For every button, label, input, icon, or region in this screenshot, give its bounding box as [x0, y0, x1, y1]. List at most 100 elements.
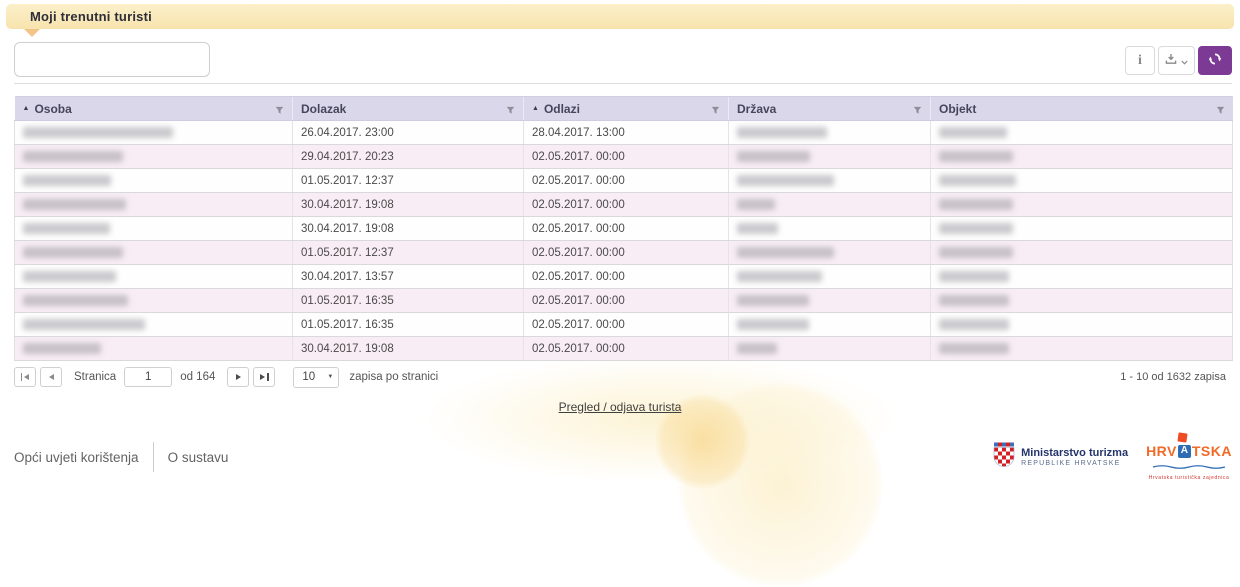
cell-drzava: [729, 241, 931, 265]
cell-odlazi: 02.05.2017. 00:00: [524, 241, 729, 265]
search-input[interactable]: [14, 42, 210, 77]
cell-dolazak: 01.05.2017. 12:37: [293, 169, 524, 193]
croatia-coat-of-arms-icon: [993, 442, 1015, 473]
footer: Opći uvjeti korištenja O sustavu: [0, 431, 1240, 483]
drzava-redacted: [737, 247, 834, 258]
cell-dolazak: 30.04.2017. 19:08: [293, 193, 524, 217]
table-row[interactable]: 01.05.2017. 12:3702.05.2017. 00:00: [15, 169, 1233, 193]
sort-asc-icon: ▲: [23, 105, 30, 112]
last-page-button[interactable]: [253, 367, 275, 387]
column-header-dolazak[interactable]: ▲ Dolazak: [293, 97, 524, 121]
cell-dolazak: 01.05.2017. 16:35: [293, 313, 524, 337]
cell-osoba: [15, 241, 293, 265]
table-row[interactable]: 30.04.2017. 19:0802.05.2017. 00:00: [15, 337, 1233, 361]
next-page-button[interactable]: [227, 367, 249, 387]
person-redacted-link[interactable]: [23, 175, 111, 186]
table-row[interactable]: 30.04.2017. 13:5702.05.2017. 00:00: [15, 265, 1233, 289]
drzava-redacted: [737, 175, 834, 186]
table-row[interactable]: 01.05.2017. 16:3502.05.2017. 00:00: [15, 313, 1233, 337]
cell-osoba: [15, 337, 293, 361]
drzava-redacted: [737, 127, 827, 138]
download-icon: [1165, 53, 1177, 68]
person-redacted-link[interactable]: [23, 247, 123, 258]
cell-odlazi: 02.05.2017. 00:00: [524, 217, 729, 241]
htz-logo: HRV A TSKA Hrvatska turistička zajednica: [1146, 434, 1232, 481]
drzava-redacted: [737, 271, 822, 282]
objekt-redacted: [939, 247, 1013, 258]
cell-drzava: [729, 217, 931, 241]
column-header-odlazi[interactable]: ▲ Odlazi: [524, 97, 729, 121]
cell-dolazak: 26.04.2017. 23:00: [293, 121, 524, 145]
objekt-redacted: [939, 343, 1009, 354]
table-body: 26.04.2017. 23:0028.04.2017. 13:0029.04.…: [15, 121, 1233, 361]
first-page-button[interactable]: [14, 367, 36, 387]
table-row[interactable]: 30.04.2017. 19:0802.05.2017. 00:00: [15, 193, 1233, 217]
cell-odlazi: 02.05.2017. 00:00: [524, 145, 729, 169]
person-redacted-link[interactable]: [23, 271, 116, 282]
table-row[interactable]: 01.05.2017. 16:3502.05.2017. 00:00: [15, 289, 1233, 313]
column-header-objekt[interactable]: ▲ Objekt: [931, 97, 1233, 121]
filter-icon[interactable]: [913, 104, 922, 118]
table-row[interactable]: 29.04.2017. 20:2302.05.2017. 00:00: [15, 145, 1233, 169]
cell-objekt: [931, 241, 1233, 265]
person-redacted-link[interactable]: [23, 343, 101, 354]
cell-osoba: [15, 217, 293, 241]
pregled-odjava-link[interactable]: Pregled / odjava turista: [559, 400, 682, 414]
person-redacted-link[interactable]: [23, 199, 126, 210]
prev-page-button[interactable]: [40, 367, 62, 387]
toolbar-divider: [14, 83, 1232, 84]
info-icon: i: [1138, 53, 1142, 69]
export-button[interactable]: [1158, 46, 1195, 75]
person-redacted-link[interactable]: [23, 295, 128, 306]
cell-objekt: [931, 217, 1233, 241]
chevron-down-icon: ▼: [327, 374, 333, 380]
cell-objekt: [931, 289, 1233, 313]
page-size-select[interactable]: 10 ▼: [293, 367, 339, 388]
table-row[interactable]: 26.04.2017. 23:0028.04.2017. 13:00: [15, 121, 1233, 145]
filter-icon[interactable]: [711, 104, 720, 118]
cell-objekt: [931, 337, 1233, 361]
record-range-label: 1 - 10 od 1632 zapisa: [1120, 371, 1226, 383]
refresh-icon: [1208, 52, 1222, 69]
table-row[interactable]: 30.04.2017. 19:0802.05.2017. 00:00: [15, 217, 1233, 241]
cell-dolazak: 29.04.2017. 20:23: [293, 145, 524, 169]
page-total-label: od 164: [180, 371, 215, 383]
cell-drzava: [729, 121, 931, 145]
filter-icon[interactable]: [275, 104, 284, 118]
cell-drzava: [729, 289, 931, 313]
filter-icon[interactable]: [506, 104, 515, 118]
person-redacted-link[interactable]: [23, 151, 123, 162]
table-header-row: ▲ Osoba ▲ Dolazak ▲ Odlazi: [15, 97, 1233, 121]
column-header-drzava[interactable]: ▲ Država: [729, 97, 931, 121]
refresh-button[interactable]: [1198, 46, 1232, 75]
drzava-redacted: [737, 223, 778, 234]
person-redacted-link[interactable]: [23, 223, 110, 234]
ministry-name: Ministarstvo turizma: [1021, 447, 1128, 459]
about-link[interactable]: O sustavu: [168, 450, 229, 465]
info-button[interactable]: i: [1125, 46, 1155, 75]
table-row[interactable]: 01.05.2017. 12:3702.05.2017. 00:00: [15, 241, 1233, 265]
objekt-redacted: [939, 199, 1013, 210]
objekt-redacted: [939, 223, 1013, 234]
column-header-osoba[interactable]: ▲ Osoba: [15, 97, 293, 121]
page-number-input[interactable]: [124, 367, 172, 387]
cell-osoba: [15, 145, 293, 169]
objekt-redacted: [939, 127, 1007, 138]
person-redacted-link[interactable]: [23, 319, 145, 330]
cell-objekt: [931, 121, 1233, 145]
drzava-redacted: [737, 343, 777, 354]
objekt-redacted: [939, 151, 1013, 162]
terms-link[interactable]: Opći uvjeti korištenja: [14, 450, 139, 465]
sort-asc-icon: ▲: [532, 105, 539, 112]
cell-objekt: [931, 265, 1233, 289]
cell-drzava: [729, 337, 931, 361]
person-redacted-link[interactable]: [23, 127, 173, 138]
cell-drzava: [729, 169, 931, 193]
page-header-tab: Moji trenutni turisti: [6, 4, 1234, 29]
cell-dolazak: 30.04.2017. 19:08: [293, 337, 524, 361]
cell-objekt: [931, 145, 1233, 169]
htz-tagline: Hrvatska turistička zajednica: [1149, 475, 1230, 481]
filter-icon[interactable]: [1216, 104, 1225, 118]
cell-osoba: [15, 169, 293, 193]
page-size-label: zapisa po stranici: [349, 371, 438, 383]
